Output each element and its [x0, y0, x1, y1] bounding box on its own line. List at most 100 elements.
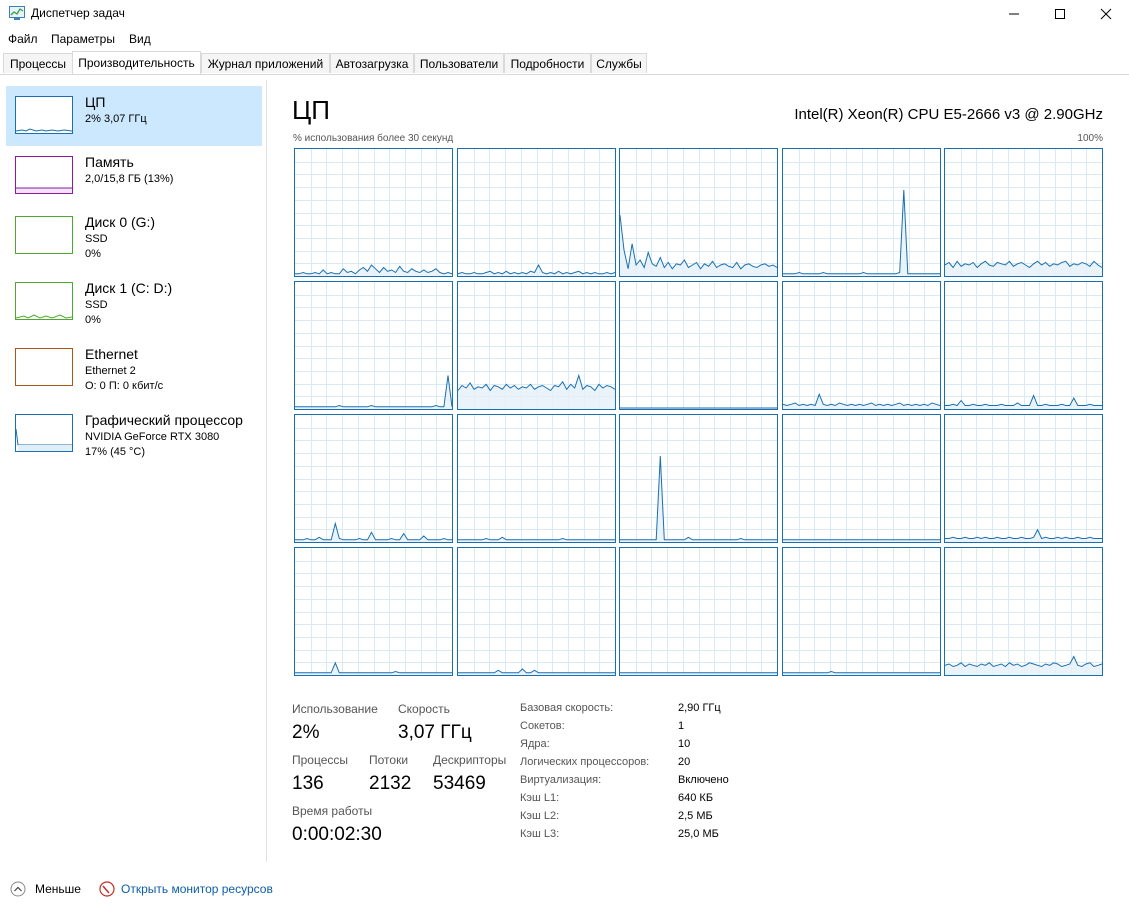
sidebar-ethernet-title: Ethernet	[85, 346, 138, 362]
core-graph	[782, 281, 941, 410]
maximize-icon	[1055, 9, 1065, 19]
core-graph	[457, 148, 616, 277]
sidebar-item-ethernet[interactable]: Ethernet Ethernet 2 О: 0 П: 0 кбит/с	[6, 338, 262, 398]
gpu-mini-graph	[15, 414, 73, 452]
uptime-label: Время работы	[292, 804, 373, 818]
menu-options[interactable]: Параметры	[51, 32, 115, 46]
disk0-mini-graph	[15, 216, 73, 254]
core-graph	[457, 281, 616, 410]
tab-strip: Процессы Производительность Журнал прило…	[0, 51, 1129, 75]
tab-processes[interactable]: Процессы	[3, 53, 73, 73]
chevron-up-icon[interactable]	[10, 881, 26, 897]
minimize-icon	[1009, 13, 1019, 15]
sidebar-memory-title: Память	[85, 154, 134, 170]
sidebar-cpu-usage: 2% 3,07 ГГц	[85, 113, 147, 125]
cpu-detail-panel: ЦП Intel(R) Xeon(R) CPU E5-2666 v3 @ 2.9…	[270, 80, 1129, 862]
sidebar-memory-usage: 2,0/15,8 ГБ (13%)	[85, 173, 174, 185]
core-graph	[782, 414, 941, 543]
sidebar-ethernet-throughput: О: 0 П: 0 кбит/с	[85, 380, 164, 392]
detail-label: Кэш L2:	[520, 810, 560, 822]
speed-label: Скорость	[398, 702, 450, 716]
sidebar-disk1-usage: 0%	[85, 314, 101, 326]
sidebar-item-memory[interactable]: Память 2,0/15,8 ГБ (13%)	[6, 146, 262, 206]
core-graph	[619, 414, 778, 543]
menu-bar: Файл Параметры Вид	[0, 29, 1129, 49]
core-graph-plot	[458, 149, 615, 276]
core-usage-line	[295, 661, 452, 674]
uptime-value: 0:00:02:30	[292, 824, 382, 845]
graph-caption: % использования более 30 секунд	[293, 133, 454, 144]
core-graph-plot	[783, 548, 940, 675]
core-usage-area	[945, 395, 1102, 409]
core-graph	[619, 547, 778, 676]
menu-view[interactable]: Вид	[129, 32, 151, 46]
detail-value: 640 КБ	[678, 792, 714, 804]
core-graph-plot	[945, 282, 1102, 409]
fewer-details-button[interactable]: Меньше	[35, 882, 81, 896]
sidebar-gpu-usage: 17% (45 °C)	[85, 446, 146, 458]
detail-value: 20	[678, 756, 691, 768]
core-graph-plot	[783, 415, 940, 542]
close-icon	[1100, 8, 1112, 20]
tab-startup[interactable]: Автозагрузка	[330, 53, 414, 73]
core-graph-plot	[458, 548, 615, 675]
core-graph-plot	[945, 415, 1102, 542]
core-usage-area	[458, 375, 615, 409]
detail-value: 2,90 ГГц	[678, 702, 721, 714]
footer-bar: Меньше Открыть монитор ресурсов	[0, 862, 1129, 913]
core-graph	[294, 547, 453, 676]
core-graph	[944, 414, 1103, 543]
logical-processor-graphs[interactable]	[294, 148, 1103, 676]
sidebar-item-disk0[interactable]: Диск 0 (G:) SSD 0%	[6, 206, 262, 266]
core-usage-line	[620, 214, 777, 270]
sidebar-gpu-title: Графический процессор	[85, 412, 243, 428]
detail-value: 1	[678, 720, 685, 732]
tab-app-history[interactable]: Журнал приложений	[201, 53, 330, 73]
core-graph	[619, 148, 778, 277]
core-usage-line	[783, 670, 940, 674]
resource-sidebar: ЦП 2% 3,07 ГГц Память 2,0/15,8 ГБ (13%) …	[0, 80, 267, 862]
sidebar-item-cpu[interactable]: ЦП 2% 3,07 ГГц	[6, 86, 262, 146]
core-graph	[294, 281, 453, 410]
core-graph-plot	[295, 282, 452, 409]
detail-label: Сокетов:	[520, 720, 565, 732]
close-button[interactable]	[1083, 0, 1129, 28]
core-graph	[782, 547, 941, 676]
tab-performance[interactable]: Производительность	[72, 51, 201, 74]
usage-value: 2%	[292, 722, 320, 743]
processes-label: Процессы	[292, 753, 349, 767]
speed-value: 3,07 ГГц	[398, 722, 472, 743]
menu-file[interactable]: Файл	[8, 32, 38, 46]
cpu-mini-graph	[15, 96, 73, 134]
tab-users[interactable]: Пользователи	[414, 53, 504, 73]
core-graph	[457, 547, 616, 676]
resource-monitor-icon	[99, 881, 115, 897]
sidebar-disk0-type: SSD	[85, 233, 108, 245]
sidebar-disk0-usage: 0%	[85, 248, 101, 260]
maximize-button[interactable]	[1037, 0, 1083, 28]
core-graph-plot	[458, 415, 615, 542]
tab-services[interactable]: Службы	[591, 53, 647, 73]
detail-value: 10	[678, 738, 691, 750]
page-title: ЦП	[292, 95, 330, 125]
core-graph	[944, 148, 1103, 277]
minimize-button[interactable]	[991, 0, 1037, 28]
open-resource-monitor-link[interactable]: Открыть монитор ресурсов	[121, 882, 273, 896]
tab-details[interactable]: Подробности	[504, 53, 591, 73]
core-graph	[457, 414, 616, 543]
sidebar-item-gpu[interactable]: Графический процессор NVIDIA GeForce RTX…	[6, 404, 262, 464]
core-graph-plot	[783, 282, 940, 409]
disk1-mini-graph	[15, 282, 73, 320]
sidebar-gpu-model: NVIDIA GeForce RTX 3080	[85, 431, 220, 443]
core-usage-area	[458, 265, 615, 276]
processes-value: 136	[292, 773, 324, 794]
sidebar-item-disk1[interactable]: Диск 1 (C: D:) SSD 0%	[6, 272, 262, 332]
core-usage-area	[945, 529, 1102, 542]
core-usage-line	[783, 189, 940, 275]
detail-label: Логических процессоров:	[520, 756, 650, 768]
title-bar[interactable]: Диспетчер задач	[0, 0, 1129, 28]
detail-value: 2,5 МБ	[678, 810, 713, 822]
core-usage-line	[295, 375, 452, 408]
core-usage-line	[620, 455, 777, 541]
sidebar-ethernet-adapter: Ethernet 2	[85, 365, 136, 377]
